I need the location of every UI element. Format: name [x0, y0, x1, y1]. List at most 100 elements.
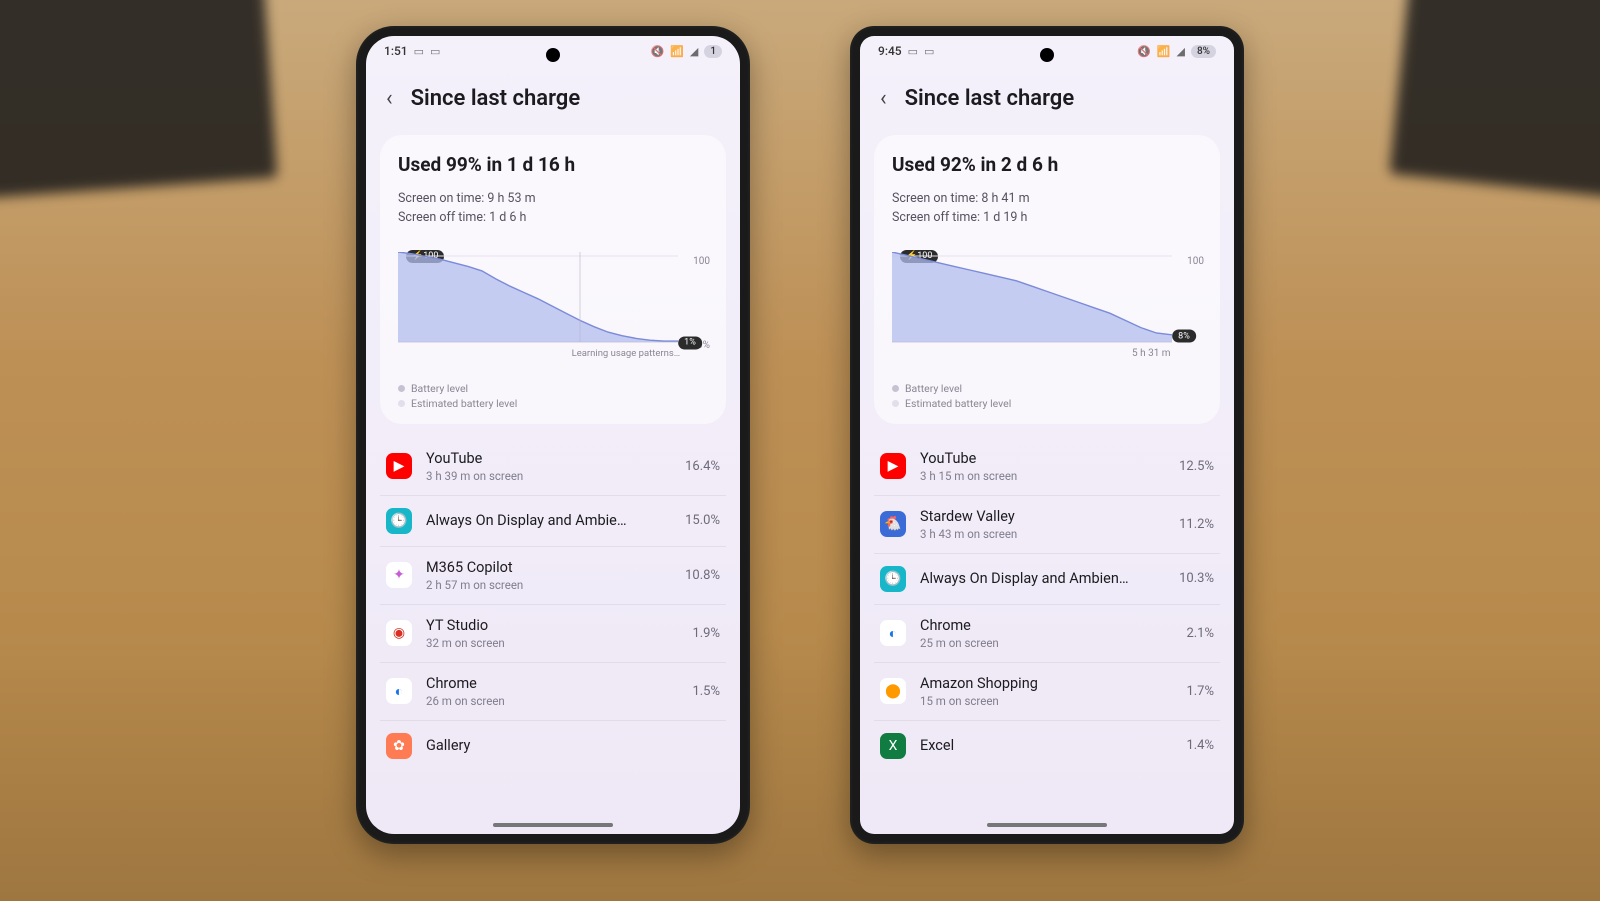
- app-usage-row[interactable]: ✿ Gallery: [380, 721, 726, 771]
- app-name: M365 Copilot: [426, 559, 671, 576]
- legend-label: Estimated battery level: [411, 397, 517, 410]
- app-sub: 3 h 15 m on screen: [920, 469, 1165, 483]
- app-percentage: 2.1%: [1186, 626, 1214, 641]
- app-meta: Always On Display and Ambie…: [426, 512, 671, 529]
- app-name: Chrome: [426, 675, 678, 692]
- app-sub: 25 m on screen: [920, 636, 1172, 650]
- screen-off-time: Screen off time: 1 d 6 h: [398, 209, 708, 228]
- app-usage-row[interactable]: ◉ YT Studio 32 m on screen 1.9%: [380, 605, 726, 663]
- app-meta: M365 Copilot 2 h 57 m on screen: [426, 559, 671, 592]
- app-name: Chrome: [920, 617, 1172, 634]
- chart-legend: Battery level Estimated battery level: [398, 382, 708, 410]
- app-sub: 2 h 57 m on screen: [426, 578, 671, 592]
- app-icon: 🕒: [880, 566, 906, 592]
- app-usage-list[interactable]: ▶ YouTube 3 h 15 m on screen 12.5% 🐔 Sta…: [874, 438, 1220, 771]
- screen-off-time: Screen off time: 1 d 19 h: [892, 209, 1202, 228]
- signal-icon: 📶: [670, 45, 684, 58]
- gesture-nav-bar[interactable]: [987, 823, 1107, 827]
- page-header: ‹ Since last charge: [366, 66, 740, 135]
- app-meta: Always On Display and Ambien…: [920, 570, 1165, 587]
- gesture-nav-bar[interactable]: [493, 823, 613, 827]
- app-usage-row[interactable]: X Excel 1.4%: [874, 721, 1220, 771]
- legend-dot-icon: [892, 385, 899, 392]
- chart-end-badge: 8%: [1172, 330, 1196, 343]
- app-name: Stardew Valley: [920, 508, 1165, 525]
- phone-device: 1:51 ▭ ▭ 🔇 📶 ◢ 1 ‹ Since last charge Use…: [356, 26, 750, 844]
- legend-label: Estimated battery level: [905, 397, 1011, 410]
- app-usage-row[interactable]: ✦ M365 Copilot 2 h 57 m on screen 10.8%: [380, 547, 726, 605]
- app-name: YT Studio: [426, 617, 678, 634]
- app-percentage: 1.9%: [692, 626, 720, 641]
- app-icon: X: [880, 733, 906, 759]
- app-icon: 🐔: [880, 511, 906, 537]
- app-usage-row[interactable]: ▶ YouTube 3 h 39 m on screen 16.4%: [380, 438, 726, 496]
- app-icon: ▶: [880, 453, 906, 479]
- app-meta: YouTube 3 h 39 m on screen: [426, 450, 671, 483]
- app-usage-row[interactable]: ⬤ Amazon Shopping 15 m on screen 1.7%: [874, 663, 1220, 721]
- battery-summary-card: Used 92% in 2 d 6 h Screen on time: 8 h …: [874, 135, 1220, 424]
- legend-dot-icon: [892, 400, 899, 407]
- chart-y-top: 100: [693, 256, 710, 267]
- legend-label: Battery level: [905, 382, 962, 395]
- app-icon: ⬤: [880, 678, 906, 704]
- app-meta: Gallery: [426, 737, 706, 754]
- signal-icon: 📶: [1157, 45, 1171, 58]
- app-usage-row[interactable]: 🕒 Always On Display and Ambien… 10.3%: [874, 554, 1220, 605]
- status-icon: ▭: [924, 45, 934, 58]
- page-header: ‹ Since last charge: [860, 66, 1234, 135]
- back-button[interactable]: ‹: [386, 86, 393, 111]
- app-meta: YT Studio 32 m on screen: [426, 617, 678, 650]
- app-meta: Chrome 26 m on screen: [426, 675, 678, 708]
- phone-device: 9:45 ▭ ▭ 🔇 📶 ◢ 8% ‹ Since last charge Us…: [850, 26, 1244, 844]
- usage-summary: Used 99% in 1 d 16 h: [398, 153, 708, 176]
- app-meta: Amazon Shopping 15 m on screen: [920, 675, 1172, 708]
- app-percentage: 1.5%: [692, 684, 720, 699]
- app-name: Amazon Shopping: [920, 675, 1172, 692]
- chart-legend: Battery level Estimated battery level: [892, 382, 1202, 410]
- app-icon: ✿: [386, 733, 412, 759]
- app-name: Gallery: [426, 737, 706, 754]
- app-percentage: 11.2%: [1179, 517, 1214, 532]
- app-percentage: 10.8%: [685, 568, 720, 583]
- battery-chart[interactable]: ⚡100 100 0% 1% Learning usage patterns…: [398, 252, 708, 362]
- app-usage-row[interactable]: 🐔 Stardew Valley 3 h 43 m on screen 11.2…: [874, 496, 1220, 554]
- status-icon: ▭: [908, 45, 918, 58]
- battery-chart[interactable]: ⚡100 100 8% 5 h 31 m: [892, 252, 1202, 362]
- app-sub: 15 m on screen: [920, 694, 1172, 708]
- app-percentage: 1.7%: [1186, 684, 1214, 699]
- app-usage-row[interactable]: 🕒 Always On Display and Ambie… 15.0%: [380, 496, 726, 547]
- app-usage-list[interactable]: ▶ YouTube 3 h 39 m on screen 16.4% 🕒 Alw…: [380, 438, 726, 771]
- back-button[interactable]: ‹: [880, 86, 887, 111]
- app-usage-row[interactable]: ▶ YouTube 3 h 15 m on screen 12.5%: [874, 438, 1220, 496]
- app-percentage: 10.3%: [1179, 571, 1214, 586]
- battery-label: 8%: [1197, 46, 1210, 57]
- front-camera: [1040, 48, 1054, 62]
- status-icon: ▭: [430, 45, 440, 58]
- app-name: Always On Display and Ambien…: [920, 570, 1165, 587]
- app-name: YouTube: [426, 450, 671, 467]
- app-percentage: 15.0%: [685, 513, 720, 528]
- front-camera: [546, 48, 560, 62]
- screen-on-time: Screen on time: 8 h 41 m: [892, 190, 1202, 209]
- chart-end-badge: 1%: [678, 336, 702, 349]
- app-meta: Stardew Valley 3 h 43 m on screen: [920, 508, 1165, 541]
- app-percentage: 12.5%: [1179, 459, 1214, 474]
- legend-dot-icon: [398, 400, 405, 407]
- battery-pill: 8%: [1191, 45, 1216, 58]
- app-usage-row[interactable]: ◐ Chrome 25 m on screen 2.1%: [874, 605, 1220, 663]
- app-usage-row[interactable]: ◐ Chrome 26 m on screen 1.5%: [380, 663, 726, 721]
- page-title: Since last charge: [411, 86, 581, 111]
- app-sub: 3 h 39 m on screen: [426, 469, 671, 483]
- app-name: YouTube: [920, 450, 1165, 467]
- app-sub: 26 m on screen: [426, 694, 678, 708]
- app-icon: ▶: [386, 453, 412, 479]
- app-icon: ◉: [386, 620, 412, 646]
- app-name: Always On Display and Ambie…: [426, 512, 671, 529]
- app-sub: 32 m on screen: [426, 636, 678, 650]
- chart-x-end: 5 h 31 m: [1132, 348, 1171, 359]
- mute-icon: 🔇: [1137, 45, 1151, 58]
- app-name: Excel: [920, 737, 1172, 754]
- app-percentage: 16.4%: [685, 459, 720, 474]
- signal-icon: ◢: [690, 45, 698, 58]
- status-icon: ▭: [414, 45, 424, 58]
